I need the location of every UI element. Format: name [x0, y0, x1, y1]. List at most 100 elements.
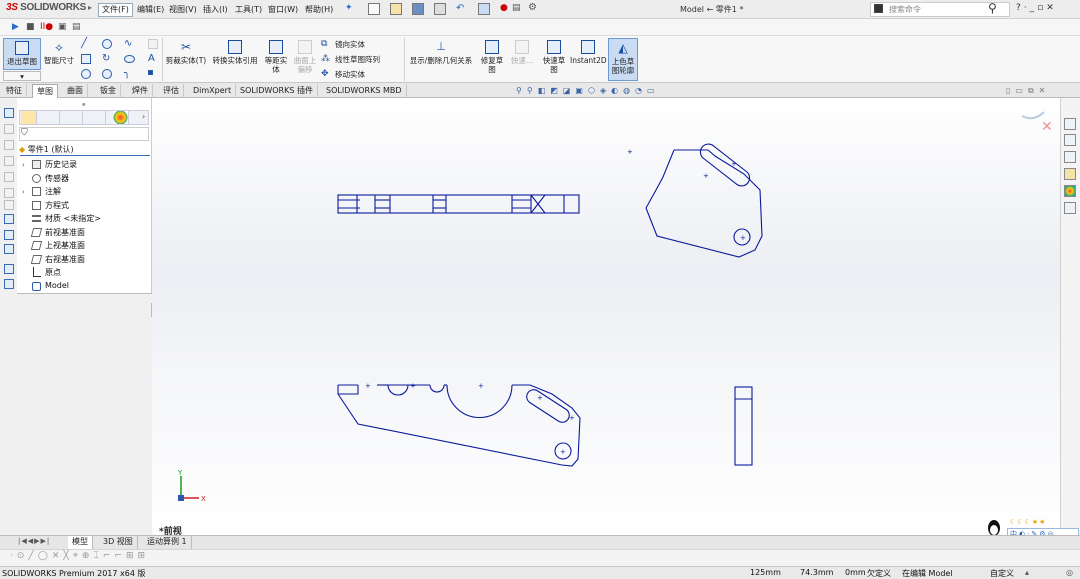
open-icon[interactable]	[390, 3, 402, 15]
view-palette-icon[interactable]	[1064, 168, 1076, 180]
tab-surfaces[interactable]: 曲面	[63, 84, 88, 98]
tree-item-history[interactable]: 历史记录	[32, 159, 77, 170]
tree-item-front-plane[interactable]: 前视基准面	[30, 227, 85, 238]
strip-icon-6[interactable]	[4, 188, 14, 198]
menu-view[interactable]: 视图(V)	[166, 3, 200, 17]
menu-tools[interactable]: 工具(T)	[232, 3, 265, 17]
units-dropdown-icon[interactable]: ▴	[1025, 568, 1029, 577]
strip-icon-1[interactable]	[4, 108, 14, 118]
strip-icon-5[interactable]	[4, 172, 14, 182]
tab-solidworks-mbd[interactable]: SOLIDWORKS MBD	[322, 84, 407, 98]
pause-icon[interactable]: II●	[40, 22, 53, 32]
tab-sketch[interactable]: 草图	[32, 84, 58, 98]
arc-icon[interactable]: ↻	[102, 54, 112, 64]
print-icon[interactable]	[434, 3, 446, 15]
configuration-tab-icon[interactable]	[67, 111, 83, 124]
menu-file[interactable]: 文件(F)	[98, 3, 133, 17]
macro-icon[interactable]: ▤	[72, 22, 81, 32]
pin-icon[interactable]: ✦	[345, 3, 353, 13]
tab-weldments[interactable]: 焊件	[128, 84, 153, 98]
exit-sketch-dropdown[interactable]: ▾	[3, 71, 41, 81]
property-manager-tab-icon[interactable]	[44, 111, 60, 124]
traffic-light-icon[interactable]: ●	[500, 3, 508, 13]
point-icon[interactable]	[148, 70, 153, 75]
rebuild-icon[interactable]: ▤	[512, 3, 521, 13]
ellipse-icon[interactable]	[124, 55, 135, 63]
tree-root-part[interactable]: ◆ 零件1 (默认)	[19, 144, 74, 155]
undo-icon[interactable]: ↶	[456, 3, 464, 14]
file-explorer-icon[interactable]	[1064, 151, 1076, 163]
tab-dimxpert[interactable]: DimXpert	[189, 84, 237, 98]
tree-item-sensors[interactable]: 传感器	[32, 173, 69, 184]
move-entities-button[interactable]: 移动实体	[335, 70, 365, 79]
window-tile-controls[interactable]: ▯▭⧉✕	[1006, 86, 1050, 96]
strip-icon-12[interactable]	[4, 279, 14, 289]
menu-edit[interactable]: 编辑(E)	[134, 3, 167, 17]
stop-icon[interactable]: ■	[26, 22, 35, 32]
save-icon[interactable]	[412, 3, 424, 15]
strip-icon-11[interactable]	[4, 264, 14, 274]
strip-icon-10[interactable]	[4, 244, 14, 254]
smart-dimension-button[interactable]: ⟡ 智能尺寸	[42, 38, 76, 68]
tree-item-annotations[interactable]: 注解	[32, 186, 61, 197]
quick-snaps-button[interactable]: 快速...	[508, 38, 536, 80]
home-icon[interactable]	[1064, 118, 1076, 130]
strip-icon-4[interactable]	[4, 156, 14, 166]
repair-sketch-button[interactable]: 修复草 图	[478, 38, 506, 80]
tree-item-origin[interactable]: 原点	[32, 267, 61, 278]
options-gear-icon[interactable]: ⚙	[528, 2, 537, 13]
sketch-text-a-icon[interactable]: A	[148, 54, 158, 64]
mirror-icon[interactable]: ⧉	[321, 39, 331, 49]
record-icon[interactable]: ▣	[58, 22, 67, 32]
menu-insert[interactable]: 插入(I)	[200, 3, 231, 17]
tab-solidworks-addins[interactable]: SOLIDWORKS 插件	[236, 84, 318, 98]
display-manager-tab-icon[interactable]	[113, 111, 129, 124]
strip-icon-8[interactable]	[4, 214, 14, 224]
linear-pattern-button[interactable]: 线性草图阵列	[335, 55, 380, 64]
strip-icon-7[interactable]	[4, 200, 14, 210]
fillet-icon[interactable]: ╮	[124, 69, 134, 79]
custom-properties-icon[interactable]	[1064, 202, 1076, 214]
tab-features[interactable]: 特征	[2, 84, 27, 98]
sketch-canvas[interactable]: + + + + + + + + + + Y X ✕	[152, 98, 1060, 538]
move-icon[interactable]: ✥	[321, 69, 331, 79]
tab-3d-view[interactable]: 3D 视图	[99, 536, 138, 549]
expand-history-icon[interactable]: ›	[22, 161, 25, 169]
new-doc-icon[interactable]	[368, 3, 380, 15]
sketch-relation-icons[interactable]: ·⊙╱◯✕╳⌖⊕⌶⌐⌐⊞⊞	[10, 551, 149, 561]
spline-icon[interactable]: ∿	[124, 39, 134, 49]
exit-sketch-button[interactable]: 退出草图	[3, 38, 41, 70]
instant2d-button[interactable]: Instant2D	[570, 38, 607, 80]
play-icon[interactable]: ▶	[12, 22, 19, 32]
tree-item-material[interactable]: 材质 <未指定>	[32, 213, 101, 224]
polygon-icon[interactable]	[102, 69, 112, 79]
strip-icon-2[interactable]	[4, 124, 14, 134]
mirror-entities-button[interactable]: 镜向实体	[335, 40, 365, 49]
convert-entities-button[interactable]: 转换实体引用	[210, 38, 260, 80]
tree-filter-input[interactable]	[19, 127, 149, 141]
search-commands-icon[interactable]	[874, 4, 883, 13]
tab-evaluate[interactable]: 评估	[159, 84, 184, 98]
expand-annotations-icon[interactable]: ›	[22, 188, 25, 196]
rapid-sketch-button[interactable]: 快速草 图	[540, 38, 568, 80]
tree-item-model-sketch[interactable]: Model	[32, 281, 69, 291]
dimxpert-tab-icon[interactable]	[90, 111, 106, 124]
select-icon[interactable]	[478, 3, 490, 15]
heads-up-view-toolbar[interactable]: ⚲⚲◧◩◪▣⬡◈◐◍◔▭	[516, 86, 660, 95]
menu-help[interactable]: 帮助(H)	[302, 3, 336, 17]
tab-model[interactable]: 模型	[68, 536, 93, 549]
tab-motion-study[interactable]: 运动算例 1	[143, 536, 192, 549]
line-icon[interactable]: ╱	[81, 39, 91, 49]
feature-tree-tab-icon[interactable]	[21, 111, 37, 124]
linear-pattern-icon[interactable]: ⁂	[321, 54, 331, 64]
circle-icon[interactable]	[102, 39, 112, 49]
trim-entities-button[interactable]: ✂ 剪裁实体(T)	[164, 38, 208, 80]
tree-item-top-plane[interactable]: 上视基准面	[30, 240, 85, 251]
strip-icon-9[interactable]	[4, 230, 14, 240]
tab-scroll-buttons[interactable]: |◀◀▶▶|	[18, 537, 50, 545]
design-library-icon[interactable]	[1064, 134, 1076, 146]
search-icon[interactable]: ⚲	[988, 1, 997, 15]
status-units[interactable]: 自定义	[990, 568, 1014, 579]
strip-icon-3[interactable]	[4, 140, 14, 150]
tree-item-equations[interactable]: 方程式	[32, 200, 69, 211]
